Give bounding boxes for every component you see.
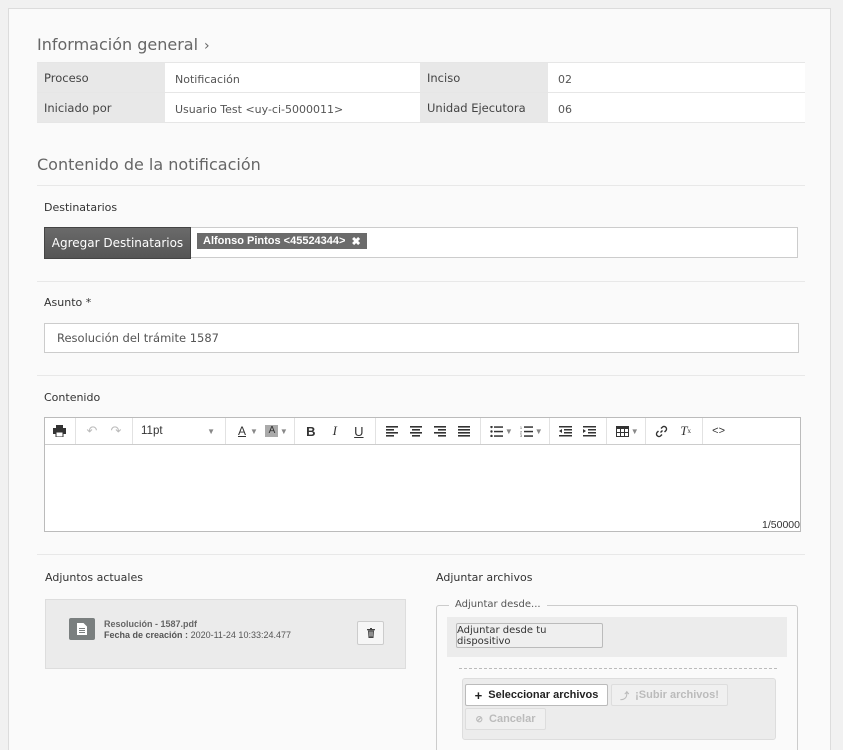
attachment-date: Fecha de creación : 2020-11-24 10:33:24.…: [104, 630, 291, 640]
select-files-button[interactable]: + Seleccionar archivos: [465, 684, 608, 706]
content-label: Contenido: [44, 391, 101, 404]
underline-icon[interactable]: U: [347, 420, 371, 442]
general-info-table: Proceso Notificación Inciso 02 Iniciado …: [37, 62, 805, 123]
divider: [37, 281, 805, 282]
main-panel: Información general › Proceso Notificació…: [8, 8, 831, 750]
inciso-label: Inciso: [420, 62, 548, 93]
notification-content-title: Contenido de la notificación: [37, 155, 261, 174]
print-icon[interactable]: [47, 420, 71, 442]
table-row: Iniciado por Usuario Test <uy-ci-5000011…: [37, 92, 805, 123]
chevron-down-icon[interactable]: ▼: [505, 427, 513, 436]
align-left-icon[interactable]: [380, 420, 404, 442]
source-code-icon[interactable]: <>: [707, 420, 731, 442]
inciso-value: 02: [548, 62, 805, 93]
attachment-date-label: Fecha de creación :: [104, 630, 189, 640]
chevron-down-icon[interactable]: ▼: [250, 427, 258, 436]
started-by-value: Usuario Test <uy-ci-5000011>: [165, 92, 420, 123]
delete-attachment-button[interactable]: [357, 621, 384, 645]
editor-toolbar: ↶ ↷ 11pt ▼ A ▼ A ▼ B I U ▼ 1 2 3 ▼ ▼ T x…: [45, 418, 800, 445]
svg-text:1: 1: [520, 426, 522, 430]
process-label: Proceso: [37, 62, 165, 93]
upload-fieldset: Adjuntar desde... Adjuntar desde tu disp…: [436, 599, 798, 750]
cancel-label: Cancelar: [489, 713, 536, 725]
attachment-file-name[interactable]: Resolución - 1587.pdf: [104, 619, 197, 629]
ban-icon: ⊘: [475, 713, 484, 724]
clear-format-icon[interactable]: Tx: [674, 420, 698, 442]
cancel-upload-button[interactable]: ⊘ Cancelar: [465, 708, 546, 730]
bold-icon[interactable]: B: [299, 420, 323, 442]
remove-tag-icon[interactable]: ✖: [351, 235, 360, 248]
upload-icon: ⤴: [620, 690, 630, 701]
recipient-tag: Alfonso Pintos <45524344> ✖: [197, 233, 367, 249]
attach-from-device-button[interactable]: Adjuntar desde tu dispositivo: [456, 623, 603, 648]
subject-input[interactable]: Resolución del trámite 1587: [44, 323, 799, 353]
svg-text:3: 3: [520, 434, 522, 437]
font-size-select[interactable]: 11pt ▼: [137, 425, 221, 437]
subject-label: Asunto *: [44, 296, 92, 309]
chevron-down-icon: ▼: [207, 426, 215, 436]
upload-files-label: ¡Subir archivos!: [635, 689, 719, 701]
align-center-icon[interactable]: [404, 420, 428, 442]
upload-files-title: Adjuntar archivos: [436, 571, 533, 584]
undo-icon[interactable]: ↶: [80, 420, 104, 442]
align-right-icon[interactable]: [428, 420, 452, 442]
recipients-label: Destinatarios: [44, 201, 118, 214]
chevron-down-icon[interactable]: ▼: [631, 427, 639, 436]
general-info-title[interactable]: Información general ›: [37, 35, 210, 54]
upload-legend: Adjuntar desde...: [449, 599, 547, 610]
outdent-icon[interactable]: [554, 420, 578, 442]
link-icon[interactable]: [650, 420, 674, 442]
divider: [37, 185, 805, 186]
select-files-label: Seleccionar archivos: [488, 689, 599, 701]
attachment-date-value: 2020-11-24 10:33:24.477: [190, 630, 291, 640]
attachment-item: Resolución - 1587.pdf Fecha de creación …: [45, 599, 406, 669]
divider: [459, 668, 777, 669]
started-by-label: Iniciado por: [37, 92, 165, 123]
chevron-right-icon: ›: [204, 38, 210, 54]
recipients-field[interactable]: Agregar Destinatarios Alfonso Pintos <45…: [44, 227, 798, 259]
editor-content-area[interactable]: 1/50000: [45, 445, 800, 531]
plus-icon: +: [474, 687, 483, 703]
executing-unit-label: Unidad Ejecutora: [420, 92, 548, 123]
device-strip: Adjuntar desde tu dispositivo: [447, 617, 787, 657]
rich-text-editor[interactable]: ↶ ↷ 11pt ▼ A ▼ A ▼ B I U ▼ 1 2 3 ▼ ▼ T x…: [44, 417, 801, 532]
trash-icon: [366, 628, 375, 638]
recipient-tag-label: Alfonso Pintos <45524344>: [203, 235, 346, 247]
align-justify-icon[interactable]: [452, 420, 476, 442]
executing-unit-value: 06: [548, 92, 805, 123]
indent-icon[interactable]: [578, 420, 602, 442]
divider: [37, 554, 805, 555]
chevron-down-icon[interactable]: ▼: [535, 427, 543, 436]
divider: [37, 375, 805, 376]
chevron-down-icon[interactable]: ▼: [280, 427, 288, 436]
current-attachments-title: Adjuntos actuales: [45, 571, 143, 584]
redo-icon[interactable]: ↷: [104, 420, 128, 442]
file-icon: [69, 618, 95, 640]
character-counter: 1/50000: [762, 519, 800, 531]
table-row: Proceso Notificación Inciso 02: [37, 62, 805, 93]
process-value: Notificación: [165, 62, 420, 93]
upload-files-button[interactable]: ⤴ ¡Subir archivos!: [611, 684, 728, 706]
file-upload-panel: + Seleccionar archivos ⤴ ¡Subir archivos…: [462, 678, 776, 740]
add-recipients-button[interactable]: Agregar Destinatarios: [44, 227, 191, 259]
italic-icon[interactable]: I: [323, 420, 347, 442]
font-size-value: 11pt: [141, 425, 163, 437]
general-info-title-text: Información general: [37, 35, 199, 54]
